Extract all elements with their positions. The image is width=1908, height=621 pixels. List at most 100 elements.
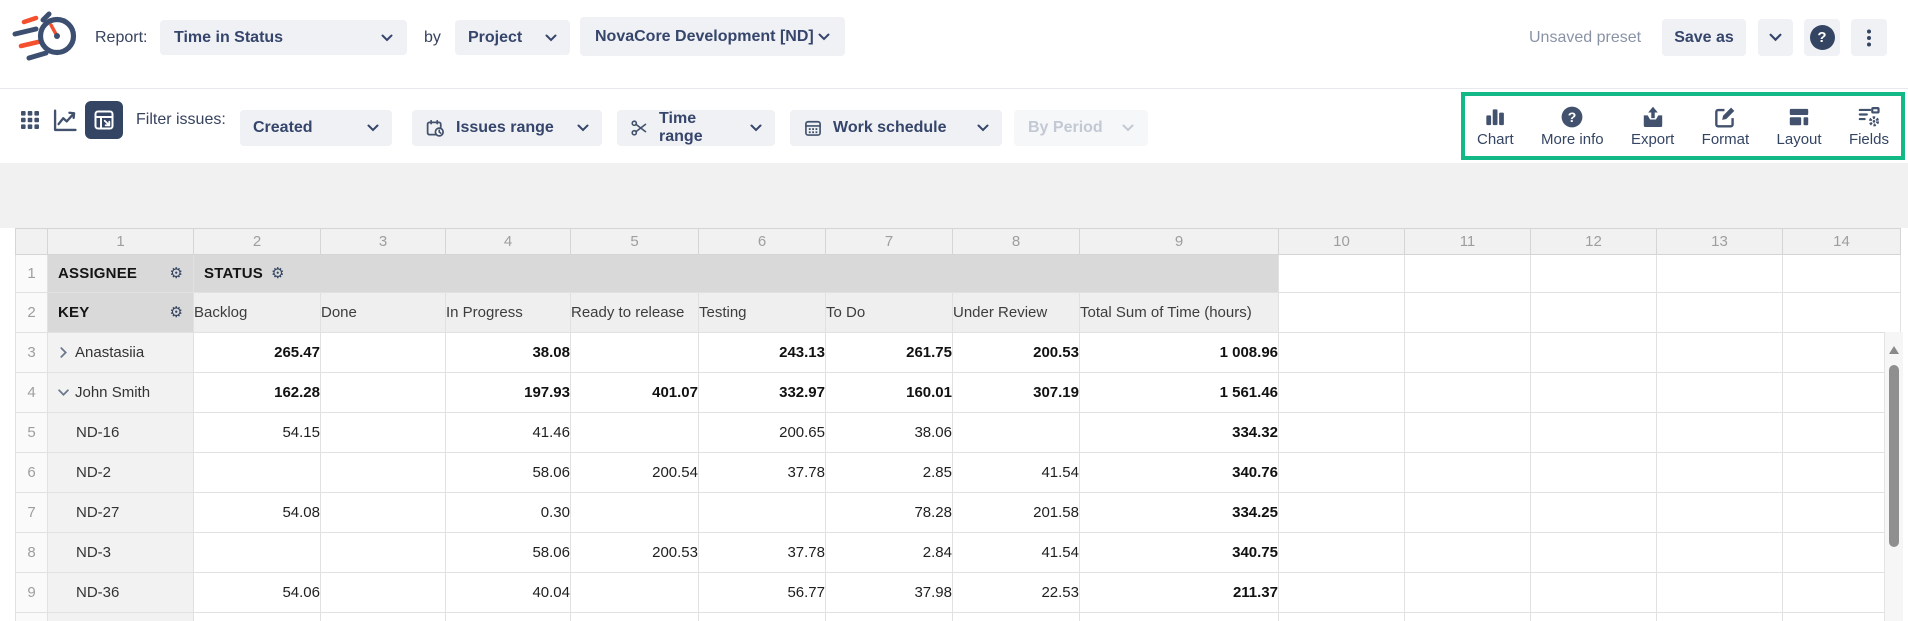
- more-menu-kebab-button[interactable]: [1851, 19, 1887, 56]
- grid-cell[interactable]: [1531, 573, 1657, 613]
- column-number-header[interactable]: 1: [48, 229, 194, 255]
- grid-cell[interactable]: 160.01: [826, 373, 953, 413]
- grid-total-cell[interactable]: 1 008.96: [1080, 333, 1279, 373]
- help-button[interactable]: ?: [1804, 19, 1840, 56]
- grid-cell[interactable]: [1405, 613, 1531, 621]
- row-number[interactable]: 8: [16, 533, 48, 573]
- grid-cell[interactable]: [1405, 533, 1531, 573]
- grid-cell[interactable]: 38.06: [826, 413, 953, 453]
- grid-cell[interactable]: [1531, 293, 1657, 333]
- grid-cell[interactable]: [571, 413, 699, 453]
- grid-cell[interactable]: [321, 453, 446, 493]
- group-row-label[interactable]: John Smith: [48, 373, 194, 413]
- grid-cell[interactable]: 2.85: [826, 453, 953, 493]
- grid-cell[interactable]: [953, 613, 1080, 621]
- grid-cell[interactable]: [571, 613, 699, 621]
- status-column-header[interactable]: In Progress: [446, 293, 571, 333]
- grid-cell[interactable]: [321, 493, 446, 533]
- grid-cell[interactable]: [1279, 493, 1405, 533]
- grid-cell[interactable]: [1531, 255, 1657, 293]
- grid-cell[interactable]: [321, 613, 446, 621]
- grid-cell[interactable]: 307.19: [953, 373, 1080, 413]
- column-number-header[interactable]: 6: [699, 229, 826, 255]
- grid-cell[interactable]: [826, 613, 953, 621]
- row-number[interactable]: 3: [16, 333, 48, 373]
- group-by-select[interactable]: Project: [455, 20, 570, 55]
- grid-cell[interactable]: [699, 493, 826, 533]
- grid-cell[interactable]: 243.13: [699, 333, 826, 373]
- chart-view-button[interactable]: [50, 105, 80, 135]
- grid-cell[interactable]: [1279, 293, 1405, 333]
- grid-cell[interactable]: [1657, 533, 1783, 573]
- assignee-header-cell[interactable]: ASSIGNEE⚙: [48, 255, 194, 293]
- key-settings-gear-icon[interactable]: ⚙: [170, 305, 183, 320]
- grid-cell[interactable]: [953, 413, 1080, 453]
- grid-cell[interactable]: [1405, 493, 1531, 533]
- issues-range-button[interactable]: Issues range: [412, 110, 602, 146]
- grid-cell[interactable]: [1531, 493, 1657, 533]
- export-button[interactable]: Export: [1631, 104, 1674, 148]
- status-column-header[interactable]: Done: [321, 293, 446, 333]
- grid-cell[interactable]: 22.53: [953, 573, 1080, 613]
- row-number[interactable]: 4: [16, 373, 48, 413]
- issue-row-label[interactable]: ND-36: [48, 573, 194, 613]
- grid-cell[interactable]: [1279, 453, 1405, 493]
- issue-row-label[interactable]: ND-27: [48, 493, 194, 533]
- column-number-header[interactable]: 4: [446, 229, 571, 255]
- grid-cell[interactable]: 200.53: [571, 533, 699, 573]
- grid-total-cell[interactable]: 211.37: [1080, 573, 1279, 613]
- grid-cell[interactable]: 2.84: [826, 533, 953, 573]
- key-header-cell[interactable]: KEY⚙: [48, 293, 194, 333]
- work-schedule-button[interactable]: Work schedule: [790, 110, 1002, 146]
- grid-total-cell[interactable]: 340.76: [1080, 453, 1279, 493]
- grid-cell[interactable]: [1657, 573, 1783, 613]
- grid-cell[interactable]: [1405, 293, 1531, 333]
- grid-cell[interactable]: [1657, 613, 1783, 621]
- grid-cell[interactable]: 58.06: [446, 533, 571, 573]
- grid-cell[interactable]: [321, 573, 446, 613]
- status-column-header[interactable]: Testing: [699, 293, 826, 333]
- grid-cell[interactable]: 78.28: [826, 493, 953, 533]
- grid-cell[interactable]: 265.47: [194, 333, 321, 373]
- grid-cell[interactable]: 201.58: [953, 493, 1080, 533]
- grid-cell[interactable]: [321, 413, 446, 453]
- grid-cell[interactable]: [1405, 453, 1531, 493]
- column-number-header[interactable]: 11: [1405, 229, 1531, 255]
- column-number-header[interactable]: 10: [1279, 229, 1405, 255]
- grid-cell[interactable]: [321, 333, 446, 373]
- grid-total-cell[interactable]: 340.75: [1080, 533, 1279, 573]
- grid-cell[interactable]: [1279, 333, 1405, 373]
- status-column-header[interactable]: Ready to release: [571, 293, 699, 333]
- issue-row-label[interactable]: ND-16: [48, 413, 194, 453]
- grid-cell[interactable]: 40.04: [446, 573, 571, 613]
- grid-cell[interactable]: [571, 493, 699, 533]
- grid-cell[interactable]: [1657, 373, 1783, 413]
- grid-cell[interactable]: 58.06: [446, 453, 571, 493]
- grid-cell[interactable]: [1657, 453, 1783, 493]
- column-number-header[interactable]: 8: [953, 229, 1080, 255]
- row-label-cell[interactable]: [48, 613, 194, 621]
- column-number-header[interactable]: 3: [321, 229, 446, 255]
- grid-cell[interactable]: [1783, 533, 1901, 573]
- column-number-header[interactable]: 13: [1657, 229, 1783, 255]
- grid-cell[interactable]: [1783, 413, 1901, 453]
- row-number[interactable]: 9: [16, 573, 48, 613]
- row-number[interactable]: 6: [16, 453, 48, 493]
- grid-cell[interactable]: [1657, 255, 1783, 293]
- grid-cell[interactable]: 41.54: [953, 533, 1080, 573]
- grid-cell[interactable]: [1405, 373, 1531, 413]
- grid-cell[interactable]: [321, 373, 446, 413]
- grid-cell[interactable]: 200.53: [953, 333, 1080, 373]
- column-number-header[interactable]: 2: [194, 229, 321, 255]
- assignee-settings-gear-icon[interactable]: ⚙: [170, 266, 183, 281]
- grid-cell[interactable]: [1783, 373, 1901, 413]
- grid-cell[interactable]: 37.98: [826, 573, 953, 613]
- grid-total-cell[interactable]: 334.25: [1080, 493, 1279, 533]
- grid-cell[interactable]: 37.78: [699, 533, 826, 573]
- table-view-button[interactable]: [16, 106, 44, 134]
- grid-cell[interactable]: [1783, 255, 1901, 293]
- scroll-up-arrow-icon[interactable]: [1889, 346, 1899, 354]
- column-number-header[interactable]: 7: [826, 229, 953, 255]
- row-number[interactable]: 5: [16, 413, 48, 453]
- format-button[interactable]: Format: [1702, 104, 1750, 148]
